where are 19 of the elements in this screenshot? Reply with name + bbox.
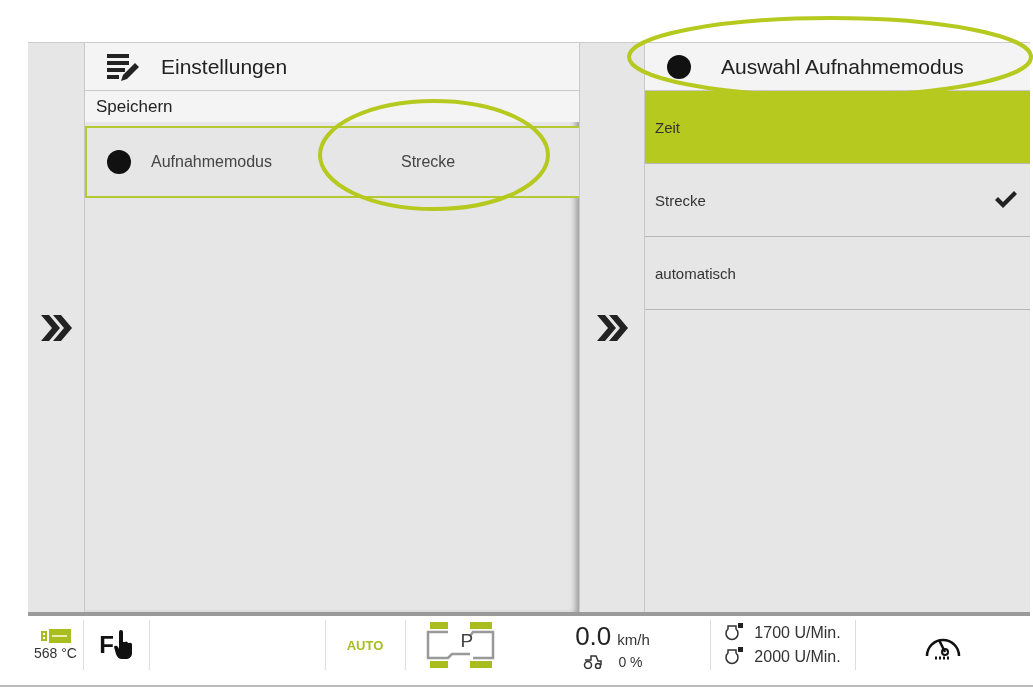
- option-label: Strecke: [655, 191, 706, 209]
- engine-rpm-reading: 2000 U/Min.: [754, 648, 841, 666]
- auto-mode-label: AUTO: [346, 637, 384, 653]
- setting-row[interactable]: Aufnahmemodus Strecke: [85, 126, 579, 198]
- speed-reading: 0.0: [575, 620, 612, 651]
- setting-value: Strecke: [401, 153, 456, 171]
- section-heading: Speichern: [85, 91, 579, 122]
- setting-label: Aufnahmemodus: [151, 153, 273, 171]
- function-key-label: F: [99, 631, 114, 659]
- panel-title: Einstellungen: [160, 54, 288, 79]
- option-label: automatisch: [655, 264, 736, 282]
- option-label: Zeit: [655, 118, 680, 136]
- temperature-reading: 568 °C: [34, 645, 77, 661]
- slip-reading: 0 %: [618, 653, 643, 670]
- park-gear-indicator: P: [425, 622, 496, 668]
- option-row[interactable]: Zeit: [645, 91, 1030, 164]
- speed-unit: km/h: [617, 630, 650, 648]
- engine-rpm-reading: 1700 U/Min.: [754, 624, 841, 642]
- panel-title: Auswahl Aufnahmemodus: [720, 54, 964, 79]
